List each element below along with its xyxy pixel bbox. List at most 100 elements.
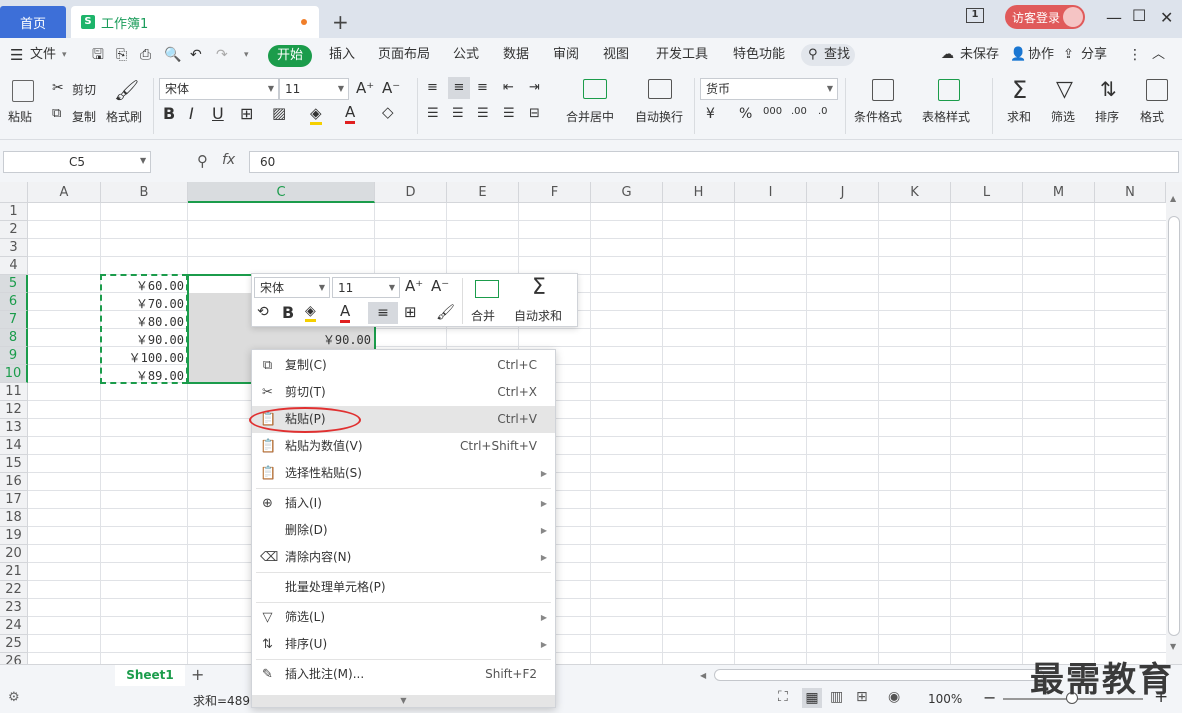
- new-tab-button[interactable]: +: [332, 10, 349, 34]
- column-header-f[interactable]: F: [519, 182, 591, 203]
- copy-button[interactable]: 复制: [72, 108, 96, 125]
- menu-item-clear[interactable]: ⌫ 清除内容(N) ▶: [252, 544, 555, 571]
- scroll-down-icon[interactable]: ▼: [1170, 642, 1176, 651]
- column-header-d[interactable]: D: [375, 182, 447, 203]
- menu-insert[interactable]: 插入: [329, 38, 355, 72]
- zoom-level[interactable]: 100%: [928, 692, 962, 706]
- mini-format-painter-icon[interactable]: 🖌: [436, 303, 455, 321]
- menu-item-cut[interactable]: ✂ 剪切(T) Ctrl+X: [252, 379, 555, 406]
- unsaved-label[interactable]: 未保存: [960, 38, 999, 72]
- format-painter-button[interactable]: 格式刷: [106, 108, 142, 125]
- percent-icon[interactable]: %: [739, 106, 752, 122]
- align-left-icon[interactable]: ☰: [427, 106, 439, 121]
- row-header[interactable]: 10: [0, 365, 28, 383]
- menu-file[interactable]: 文件: [30, 38, 56, 72]
- menu-item-paste-special[interactable]: 📋 选择性粘贴(S) ▶: [252, 460, 555, 487]
- filter-button[interactable]: 筛选: [1051, 108, 1075, 125]
- paste-icon[interactable]: [12, 80, 34, 102]
- column-header-b[interactable]: B: [101, 182, 188, 203]
- mini-sum-icon[interactable]: Σ: [532, 275, 546, 300]
- currency-icon[interactable]: ¥: [706, 106, 715, 122]
- column-header-k[interactable]: K: [879, 182, 951, 203]
- scroll-thumb[interactable]: [1168, 216, 1180, 636]
- menu-item-batch[interactable]: 批量处理单元格(P): [252, 574, 555, 601]
- pattern-icon[interactable]: ▨: [272, 104, 286, 122]
- scroll-up-icon[interactable]: ▲: [1170, 194, 1176, 203]
- row-header[interactable]: 3: [0, 239, 28, 257]
- align-right-icon[interactable]: ☰: [477, 106, 489, 121]
- decrease-font-icon[interactable]: A⁻: [382, 79, 400, 97]
- cell-b6[interactable]: ￥70.00: [102, 295, 184, 312]
- wrap-text-button[interactable]: 自动换行: [635, 108, 683, 125]
- row-header[interactable]: 17: [0, 491, 28, 509]
- row-header[interactable]: 20: [0, 545, 28, 563]
- login-button[interactable]: 访客登录: [1005, 5, 1085, 29]
- menu-view[interactable]: 视图: [603, 38, 629, 72]
- mini-fill-color-icon[interactable]: ◈: [305, 303, 316, 322]
- undo-icon[interactable]: ↶: [190, 38, 202, 72]
- menu-review[interactable]: 审阅: [553, 38, 579, 72]
- menu-expand-icon[interactable]: ▼: [252, 695, 555, 707]
- convert-icon[interactable]: ⟲: [257, 304, 269, 320]
- row-header[interactable]: 5: [0, 275, 28, 293]
- row-header[interactable]: 16: [0, 473, 28, 491]
- menu-developer[interactable]: 开发工具: [656, 38, 708, 72]
- chevron-down-icon[interactable]: ▾: [62, 38, 67, 72]
- chevron-down-icon[interactable]: ▼: [140, 156, 146, 165]
- thousands-icon[interactable]: 000: [763, 106, 782, 117]
- menu-item-filter[interactable]: ▽ 筛选(L) ▶: [252, 604, 555, 631]
- increase-decimal-icon[interactable]: .00: [791, 106, 807, 117]
- normal-view-icon[interactable]: ▦: [802, 688, 822, 708]
- page-break-icon[interactable]: ⊞: [856, 689, 868, 705]
- mini-merge-icon[interactable]: [475, 280, 499, 298]
- add-sheet-button[interactable]: +: [191, 665, 204, 684]
- row-header[interactable]: 13: [0, 419, 28, 437]
- name-box[interactable]: C5: [3, 151, 151, 173]
- row-header[interactable]: 8: [0, 329, 28, 347]
- collapse-ribbon-icon[interactable]: ︿: [1152, 38, 1165, 72]
- increase-font-icon[interactable]: A⁺: [356, 79, 374, 97]
- decrease-font-icon[interactable]: A⁻: [431, 277, 449, 295]
- row-header[interactable]: 26: [0, 653, 28, 664]
- italic-icon[interactable]: I: [189, 104, 194, 123]
- menu-special[interactable]: 特色功能: [733, 38, 785, 72]
- more-icon[interactable]: ⋮: [1128, 38, 1142, 72]
- column-header-m[interactable]: M: [1023, 182, 1095, 203]
- format-button[interactable]: 格式: [1140, 108, 1164, 125]
- row-header[interactable]: 18: [0, 509, 28, 527]
- fill-color-icon[interactable]: ◈: [310, 104, 322, 125]
- sort-button[interactable]: 排序: [1095, 108, 1119, 125]
- font-size-select[interactable]: 11 ▼: [279, 78, 349, 100]
- wrap-text-icon[interactable]: [648, 79, 672, 99]
- row-header[interactable]: 4: [0, 257, 28, 275]
- print-icon[interactable]: ⎙: [140, 38, 151, 72]
- quick-access-dropdown-icon[interactable]: ▾: [244, 38, 249, 72]
- scroll-left-icon[interactable]: ◀: [700, 671, 706, 680]
- column-header-g[interactable]: G: [591, 182, 663, 203]
- menu-item-copy[interactable]: ⧉ 复制(C) Ctrl+C: [252, 352, 555, 379]
- mini-font-color-icon[interactable]: A: [340, 302, 351, 323]
- row-header[interactable]: 21: [0, 563, 28, 581]
- row-header[interactable]: 11: [0, 383, 28, 401]
- underline-icon[interactable]: U: [212, 104, 224, 123]
- row-header[interactable]: 24: [0, 617, 28, 635]
- font-family-select[interactable]: 宋体 ▼: [159, 78, 279, 100]
- menu-item-delete[interactable]: 删除(D) ▶: [252, 517, 555, 544]
- formula-input[interactable]: 60: [249, 151, 1179, 173]
- cut-button[interactable]: 剪切: [72, 81, 96, 98]
- sort-icon[interactable]: ⇅: [1100, 77, 1117, 101]
- indent-increase-icon[interactable]: ⇥: [529, 80, 540, 95]
- column-header-n[interactable]: N: [1095, 182, 1166, 203]
- save-icon[interactable]: 🖫: [92, 38, 104, 72]
- format-icon[interactable]: [1146, 79, 1168, 101]
- mini-font-select[interactable]: 宋体 ▼: [254, 277, 330, 298]
- align-bottom-icon[interactable]: ≡: [477, 80, 488, 95]
- column-header-c[interactable]: C: [188, 182, 375, 203]
- mini-size-select[interactable]: 11 ▼: [332, 277, 400, 298]
- bold-icon[interactable]: B: [163, 104, 175, 123]
- conditional-format-icon[interactable]: [872, 79, 894, 101]
- sheet-tab-sheet1[interactable]: Sheet1: [115, 665, 185, 686]
- cut-icon[interactable]: ✂: [52, 80, 64, 96]
- menu-start[interactable]: 开始: [268, 45, 312, 67]
- justify-icon[interactable]: ☰: [503, 106, 515, 121]
